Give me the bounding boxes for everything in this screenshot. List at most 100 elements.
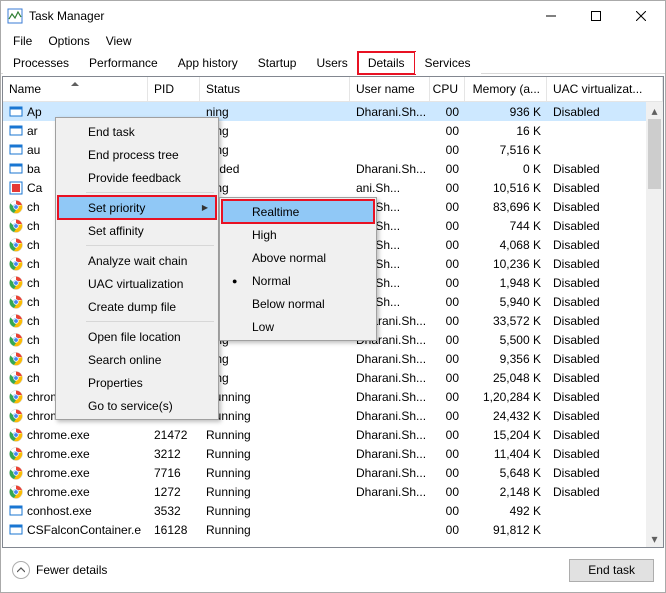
column-uac[interactable]: UAC virtualizat...: [547, 77, 663, 101]
tab-startup[interactable]: Startup: [248, 52, 307, 74]
cell-memory: 91,812 K: [465, 523, 547, 537]
priority-above-normal[interactable]: Above normal: [222, 246, 374, 269]
cell-memory: 2,148 K: [465, 485, 547, 499]
cell-uac: Disabled: [547, 105, 646, 119]
cell-name: CSFalconContainer.e: [27, 523, 141, 537]
end-task-button[interactable]: End task: [569, 559, 654, 582]
column-status[interactable]: Status: [200, 77, 350, 101]
cell-status: ning: [200, 105, 350, 119]
cell-pid: 1272: [148, 485, 200, 499]
table-row[interactable]: chrome.exe1272RunningDharani.Sh...002,14…: [3, 482, 646, 501]
cell-name: ba: [27, 162, 40, 176]
process-icon: [9, 295, 23, 309]
table-row[interactable]: conhost.exe3532Running00492 K: [3, 501, 646, 520]
scroll-up-icon[interactable]: ▴: [646, 102, 663, 119]
cell-name: ch: [27, 276, 40, 290]
cell-pid: 3532: [148, 504, 200, 518]
tab-app-history[interactable]: App history: [168, 52, 248, 74]
cell-memory: 4,068 K: [465, 238, 547, 252]
tab-details[interactable]: Details: [358, 52, 415, 74]
menu-options[interactable]: Options: [40, 32, 97, 50]
process-icon: [9, 352, 23, 366]
ctx-end-task[interactable]: End task: [58, 120, 216, 143]
process-icon: [9, 219, 23, 233]
fewer-details-button[interactable]: Fewer details: [12, 561, 107, 579]
cell-cpu: 00: [430, 295, 465, 309]
ctx-search-online[interactable]: Search online: [58, 348, 216, 371]
cell-status: Running: [200, 390, 350, 404]
column-user[interactable]: User name: [350, 77, 430, 101]
column-pid[interactable]: PID: [148, 77, 200, 101]
process-icon: [9, 200, 23, 214]
ctx-uac-virt[interactable]: UAC virtualization: [58, 272, 216, 295]
cell-memory: 744 K: [465, 219, 547, 233]
scroll-down-icon[interactable]: ▾: [646, 530, 663, 547]
process-icon: [9, 162, 23, 176]
column-memory[interactable]: Memory (a...: [465, 77, 547, 101]
cell-uac: Disabled: [547, 295, 646, 309]
ctx-set-affinity[interactable]: Set affinity: [58, 219, 216, 242]
ctx-goto-services[interactable]: Go to service(s): [58, 394, 216, 417]
cell-pid: 16128: [148, 523, 200, 537]
close-button[interactable]: [618, 1, 663, 31]
cell-memory: 25,048 K: [465, 371, 547, 385]
cell-cpu: 00: [430, 504, 465, 518]
menu-view[interactable]: View: [98, 32, 140, 50]
priority-low[interactable]: Low: [222, 315, 374, 338]
menu-file[interactable]: File: [5, 32, 40, 50]
table-row[interactable]: chrome.exe3212RunningDharani.Sh...0011,4…: [3, 444, 646, 463]
priority-normal[interactable]: Normal: [222, 269, 374, 292]
ctx-separator: [86, 245, 214, 246]
cell-cpu: 00: [430, 124, 465, 138]
priority-below-normal[interactable]: Below normal: [222, 292, 374, 315]
ctx-set-priority[interactable]: Set priority: [58, 196, 216, 219]
cell-memory: 16 K: [465, 124, 547, 138]
process-icon: [9, 504, 23, 518]
cell-cpu: 00: [430, 276, 465, 290]
tab-processes[interactable]: Processes: [3, 52, 79, 74]
ctx-end-tree[interactable]: End process tree: [58, 143, 216, 166]
maximize-button[interactable]: [573, 1, 618, 31]
cell-name: ch: [27, 200, 40, 214]
ctx-properties[interactable]: Properties: [58, 371, 216, 394]
cell-name: Ca: [27, 181, 42, 195]
ctx-dump[interactable]: Create dump file: [58, 295, 216, 318]
cell-pid: 3212: [148, 447, 200, 461]
priority-realtime[interactable]: Realtime: [222, 200, 374, 223]
ctx-feedback[interactable]: Provide feedback: [58, 166, 216, 189]
table-row[interactable]: chrome.exe7716RunningDharani.Sh...005,64…: [3, 463, 646, 482]
process-icon: [9, 390, 23, 404]
cell-user: Dharani.Sh...: [350, 105, 430, 119]
priority-high[interactable]: High: [222, 223, 374, 246]
menu-bar: File Options View: [1, 31, 665, 51]
tab-performance[interactable]: Performance: [79, 52, 168, 74]
cell-uac: Disabled: [547, 276, 646, 290]
cell-status: ning: [200, 371, 350, 385]
title-bar: Task Manager: [1, 1, 665, 31]
tab-users[interactable]: Users: [306, 52, 357, 74]
vertical-scrollbar[interactable]: ▴ ▾: [646, 102, 663, 547]
cell-memory: 0 K: [465, 162, 547, 176]
task-manager-icon: [7, 8, 23, 24]
table-row[interactable]: chrome.exe21472RunningDharani.Sh...0015,…: [3, 425, 646, 444]
minimize-button[interactable]: [528, 1, 573, 31]
cell-cpu: 00: [430, 390, 465, 404]
ctx-analyze[interactable]: Analyze wait chain: [58, 249, 216, 272]
process-icon: [9, 466, 23, 480]
process-icon: [9, 124, 23, 138]
cell-uac: Disabled: [547, 181, 646, 195]
column-name[interactable]: Name: [3, 77, 148, 101]
table-row[interactable]: CSFalconContainer.e16128Running0091,812 …: [3, 520, 646, 539]
cell-cpu: 00: [430, 485, 465, 499]
ctx-open-location[interactable]: Open file location: [58, 325, 216, 348]
process-icon: [9, 276, 23, 290]
cell-user: Dharani.Sh...: [350, 352, 430, 366]
column-cpu[interactable]: CPU: [430, 77, 465, 101]
scroll-thumb[interactable]: [648, 119, 661, 189]
cell-cpu: 00: [430, 333, 465, 347]
tab-services[interactable]: Services: [415, 52, 481, 74]
cell-status: Running: [200, 485, 350, 499]
cell-name: ch: [27, 314, 40, 328]
cell-user: Dharani.Sh...: [350, 447, 430, 461]
cell-name: ar: [27, 124, 38, 138]
